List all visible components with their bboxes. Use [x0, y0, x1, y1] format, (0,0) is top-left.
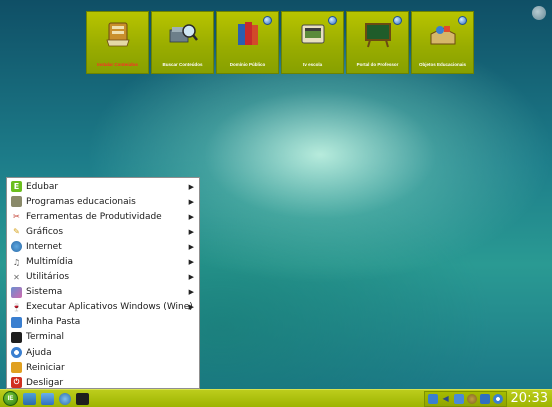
system-icon: [11, 286, 22, 298]
launcher-educational-objects[interactable]: Objetos Educacionais: [411, 11, 474, 74]
menu-item-graphics[interactable]: ✎ Gráficos ▶: [7, 224, 199, 239]
menu-item-multimedia[interactable]: ♫ Multimídia ▶: [7, 254, 199, 269]
power-icon[interactable]: [466, 393, 477, 404]
launcher-label: Instalar Conteúdos: [97, 62, 138, 67]
menu-item-label: Desligar: [26, 377, 64, 388]
system-tray: ◀ 20:33: [423, 390, 552, 407]
menu-item-wine[interactable]: 🍷 Executar Aplicativos Windows (Wine) ▶: [7, 300, 199, 315]
menu-item-productivity-tools[interactable]: ✂ Ferramentas de Produtividade ▶: [7, 209, 199, 224]
desktop-toolbox-icon[interactable]: [532, 6, 546, 20]
submenu-arrow-icon: ▶: [188, 212, 194, 221]
teacher-portal-icon: [364, 23, 391, 48]
submenu-arrow-icon: ▶: [188, 242, 194, 251]
tray-icons: ◀: [423, 390, 507, 407]
menu-item-label: Ferramentas de Produtividade: [26, 211, 162, 222]
submenu-arrow-icon: ▶: [188, 288, 194, 297]
terminal-icon[interactable]: [76, 392, 89, 405]
edubar-icon: E: [11, 181, 22, 193]
internet-icon: [11, 241, 22, 253]
globe-badge-icon: [393, 16, 402, 25]
desktop-launchers: Instalar Conteúdos Buscar Conteúdos Domí…: [86, 11, 474, 74]
menu-item-home-folder[interactable]: Minha Pasta: [7, 315, 199, 330]
web-browser-icon[interactable]: [59, 392, 71, 405]
menu-item-label: Minha Pasta: [26, 317, 81, 328]
menu-item-system[interactable]: Sistema ▶: [7, 285, 199, 300]
show-desktop-icon[interactable]: [23, 392, 36, 405]
menu-item-label: Gráficos: [26, 226, 64, 237]
menu-item-label: Multimídia: [26, 257, 73, 268]
launcher-label: Objetos Educacionais: [418, 62, 466, 67]
globe-badge-icon: [458, 16, 467, 25]
menu-item-internet[interactable]: Internet ▶: [7, 239, 199, 254]
update-icon[interactable]: [492, 393, 503, 404]
menu-item-label: Programas educacionais: [26, 196, 136, 207]
network-icon[interactable]: [427, 393, 438, 404]
restart-icon: [11, 362, 22, 374]
submenu-arrow-icon: ▶: [188, 227, 194, 236]
menu-item-terminal[interactable]: Terminal: [7, 330, 199, 345]
public-domain-icon: [237, 22, 258, 45]
launcher-install-content[interactable]: Instalar Conteúdos: [86, 11, 149, 74]
menu-item-label: Internet: [26, 241, 62, 252]
multimedia-icon: ♫: [12, 257, 21, 267]
help-icon: [11, 347, 22, 359]
submenu-arrow-icon: ▶: [188, 182, 194, 191]
menu-item-label: Sistema: [26, 287, 63, 298]
menu-item-educational-programs[interactable]: Programas educacionais ▶: [7, 194, 199, 209]
menu-item-restart[interactable]: Reiniciar: [7, 360, 199, 375]
productivity-tools-icon: ✂: [13, 212, 20, 222]
submenu-arrow-icon: ▶: [188, 258, 194, 267]
install-content-icon: [105, 22, 130, 47]
launcher-label: Buscar Conteúdos: [162, 62, 203, 67]
utilities-icon: ✕: [13, 272, 20, 282]
taskbar: IE ◀ 20:33: [0, 389, 552, 407]
clock[interactable]: 20:33: [511, 391, 548, 406]
menu-item-label: Edubar: [26, 181, 59, 192]
launcher-label: Domínio Público: [229, 62, 266, 67]
launcher-search-content[interactable]: Buscar Conteúdos: [151, 11, 214, 74]
launcher-public-domain[interactable]: Domínio Público: [216, 11, 279, 74]
home-folder-icon: [11, 316, 22, 328]
submenu-arrow-icon: ▶: [188, 273, 194, 282]
globe-badge-icon: [263, 16, 272, 25]
menu-item-label: Reiniciar: [26, 362, 65, 373]
globe-badge-icon: [328, 16, 337, 25]
menu-item-utilities[interactable]: ✕ Utilitários ▶: [7, 270, 199, 285]
file-manager-icon[interactable]: [41, 392, 54, 405]
educational-programs-icon: [11, 196, 22, 208]
launcher-label: Portal do Professor: [356, 62, 399, 67]
terminal-icon: [11, 331, 22, 343]
submenu-arrow-icon: ▶: [188, 303, 194, 312]
menu-item-label: Executar Aplicativos Windows (Wine): [26, 302, 193, 313]
application-menu: E Edubar ▶ Programas educacionais ▶ ✂ Fe…: [6, 177, 200, 389]
menu-item-help[interactable]: Ajuda: [7, 345, 199, 360]
volume-icon[interactable]: ◀: [441, 394, 451, 404]
submenu-arrow-icon: ▶: [188, 197, 194, 206]
start-menu-button[interactable]: IE: [3, 391, 18, 406]
wine-icon: 🍷: [11, 302, 22, 312]
launcher-label: tv escola: [302, 62, 323, 67]
storage-icon[interactable]: [479, 393, 490, 404]
launcher-tv-escola[interactable]: tv escola: [281, 11, 344, 74]
menu-item-label: Utilitários: [26, 272, 70, 283]
tv-escola-icon: [301, 24, 324, 44]
search-content-icon: [169, 24, 198, 43]
shutdown-icon: ⏻: [11, 377, 22, 389]
educational-objects-icon: [430, 26, 455, 45]
launcher-teacher-portal[interactable]: Portal do Professor: [346, 11, 409, 74]
menu-item-edubar[interactable]: E Edubar ▶: [7, 179, 199, 194]
menu-item-label: Terminal: [26, 332, 65, 343]
clipboard-icon[interactable]: [453, 393, 464, 404]
menu-item-label: Ajuda: [26, 347, 52, 358]
graphics-icon: ✎: [13, 227, 20, 237]
